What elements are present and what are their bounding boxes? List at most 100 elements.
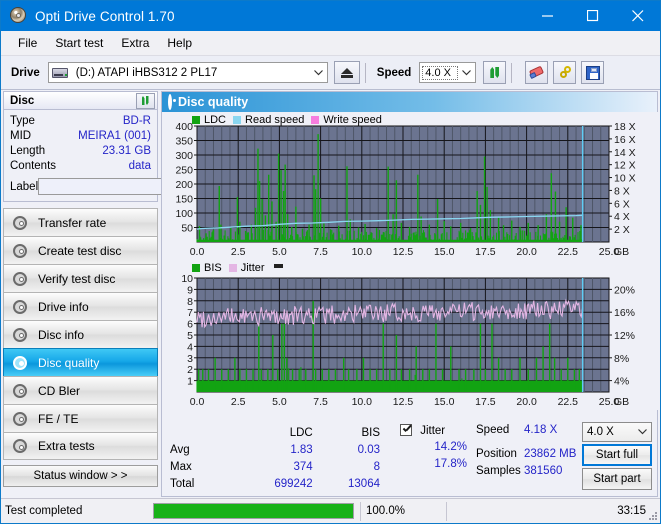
sidebar-item-verify-test-disc[interactable]: Verify test disc xyxy=(3,264,158,292)
disc-row-value: 23.31 GB xyxy=(102,144,151,159)
legend-swatch-bis xyxy=(192,264,200,272)
minimize-icon[interactable] xyxy=(525,1,570,31)
sidebar-item-extra-tests[interactable]: Extra tests xyxy=(3,432,158,460)
jitter-checkbox[interactable] xyxy=(400,424,412,436)
jitter-max: 17.8% xyxy=(407,458,467,470)
svg-text:14 X: 14 X xyxy=(614,147,636,159)
menu-file[interactable]: File xyxy=(9,33,46,53)
svg-text:4%: 4% xyxy=(614,376,629,388)
toolbar-separator-2 xyxy=(511,63,512,83)
disc-row-contents: Contents data xyxy=(10,159,151,174)
sidebar-item-create-test-disc[interactable]: Create test disc xyxy=(3,236,158,264)
legend-marker-icon xyxy=(274,264,283,268)
status-window-button[interactable]: Status window > > xyxy=(3,465,158,487)
close-icon[interactable] xyxy=(615,1,660,31)
disc-row-length: Length 23.31 GB xyxy=(10,144,151,159)
main-panel-header: Disc quality xyxy=(162,92,657,112)
legend-label-ldc: LDC xyxy=(204,114,226,126)
disc-icon xyxy=(8,328,32,342)
drive-icon xyxy=(52,66,69,80)
eject-button[interactable] xyxy=(334,61,360,84)
erase-button[interactable] xyxy=(525,61,548,84)
svg-text:12.5: 12.5 xyxy=(393,246,414,258)
drive-select[interactable]: (D:) ATAPI iHBS312 2 PL17 xyxy=(48,62,328,83)
position-readout-value: 23862 MB xyxy=(524,448,576,460)
sidebar-nav: Transfer rate Create test disc Verify te… xyxy=(3,208,158,460)
save-icon xyxy=(586,66,600,80)
sidebar-item-label: Drive info xyxy=(32,300,89,314)
svg-text:50: 50 xyxy=(181,223,193,235)
svg-text:2.5: 2.5 xyxy=(231,396,246,408)
menu-help[interactable]: Help xyxy=(158,33,201,53)
svg-text:6 X: 6 X xyxy=(614,198,630,210)
stats-max-ldc: 374 xyxy=(233,458,313,475)
svg-text:22.5: 22.5 xyxy=(558,396,579,408)
svg-text:12.5: 12.5 xyxy=(393,396,414,408)
save-button[interactable] xyxy=(581,61,604,84)
svg-text:4: 4 xyxy=(187,341,193,353)
ldc-chart-canvas[interactable]: 4003503002502001501005018 X16 X14 X12 X1… xyxy=(162,112,659,262)
refresh-button[interactable] xyxy=(483,61,506,84)
samples-readout-value: 381560 xyxy=(524,465,562,477)
svg-text:0.0: 0.0 xyxy=(190,396,205,408)
disc-row-mid: MID MEIRA1 (001) xyxy=(10,129,151,144)
legend-label-bis: BIS xyxy=(204,262,222,274)
bis-chart-canvas[interactable]: 1098765432120%16%12%8%4%0.02.55.07.510.0… xyxy=(162,262,659,410)
table-row: Avg 1.83 0.03 xyxy=(170,441,380,458)
legend-label-write-speed: Write speed xyxy=(323,114,382,126)
menu-extra[interactable]: Extra xyxy=(112,33,158,53)
svg-text:GB: GB xyxy=(614,396,629,408)
menu-bar: File Start test Extra Help xyxy=(1,31,660,56)
disc-row-type: Type BD-R xyxy=(10,114,151,129)
svg-text:350: 350 xyxy=(175,136,193,148)
sidebar-item-label: Extra tests xyxy=(32,439,95,453)
svg-text:17.5: 17.5 xyxy=(475,246,496,258)
stats-row-label: Total xyxy=(170,475,233,492)
svg-text:250: 250 xyxy=(175,165,193,177)
svg-text:22.5: 22.5 xyxy=(558,246,579,258)
test-speed-select[interactable]: 4.0 X xyxy=(582,422,652,442)
svg-text:400: 400 xyxy=(175,121,193,133)
svg-text:300: 300 xyxy=(175,150,193,162)
sidebar-item-disc-quality[interactable]: Disc quality xyxy=(3,348,158,376)
menu-start-test[interactable]: Start test xyxy=(46,33,112,53)
svg-text:9: 9 xyxy=(187,284,193,296)
jitter-checkbox-row[interactable]: Jitter xyxy=(400,424,445,437)
disc-icon xyxy=(8,356,32,370)
svg-text:3: 3 xyxy=(187,353,193,365)
test-speed-value: 4.0 X xyxy=(583,426,634,438)
svg-text:10 X: 10 X xyxy=(614,173,636,185)
status-bar: Test completed 100.0% 33:15 xyxy=(1,498,660,523)
svg-text:10.0: 10.0 xyxy=(352,246,373,258)
table-row: Max 374 8 xyxy=(170,458,380,475)
disc-icon xyxy=(8,412,32,426)
sidebar-item-transfer-rate[interactable]: Transfer rate xyxy=(3,208,158,236)
title-bar: Opti Drive Control 1.70 xyxy=(1,1,660,31)
stats-total-bis: 13064 xyxy=(313,475,380,492)
svg-text:8 X: 8 X xyxy=(614,185,630,197)
sidebar-item-drive-info[interactable]: Drive info xyxy=(3,292,158,320)
table-row: Total 699242 13064 xyxy=(170,475,380,492)
window-controls xyxy=(525,1,660,31)
start-full-button[interactable]: Start full xyxy=(582,444,652,466)
disc-refresh-button[interactable] xyxy=(136,93,155,109)
sidebar-item-label: Transfer rate xyxy=(32,216,106,230)
legend-swatch-write-speed xyxy=(311,116,319,124)
sidebar-item-cd-bler[interactable]: CD Bler xyxy=(3,376,158,404)
speed-select[interactable]: 4.0 X xyxy=(419,62,476,83)
page-title: Disc quality xyxy=(178,95,248,109)
stats-header-bis: BIS xyxy=(313,424,380,441)
refresh-icon xyxy=(487,65,502,80)
sidebar-item-disc-info[interactable]: Disc info xyxy=(3,320,158,348)
speed-select-value: 4.0 X xyxy=(422,66,458,80)
maximize-icon[interactable] xyxy=(570,1,615,31)
sidebar-item-fe-te[interactable]: FE / TE xyxy=(3,404,158,432)
start-part-button[interactable]: Start part xyxy=(582,468,652,490)
refresh-icon xyxy=(140,95,152,107)
resize-grip-icon[interactable] xyxy=(648,511,658,521)
region-button[interactable] xyxy=(553,61,576,84)
svg-text:7.5: 7.5 xyxy=(313,396,328,408)
progress-bar-fill xyxy=(154,504,353,518)
sidebar: Disc Type BD-R MID MEIRA1 (001) Length 2… xyxy=(3,91,158,497)
drive-select-value: (D:) ATAPI iHBS312 2 PL17 xyxy=(72,67,310,79)
